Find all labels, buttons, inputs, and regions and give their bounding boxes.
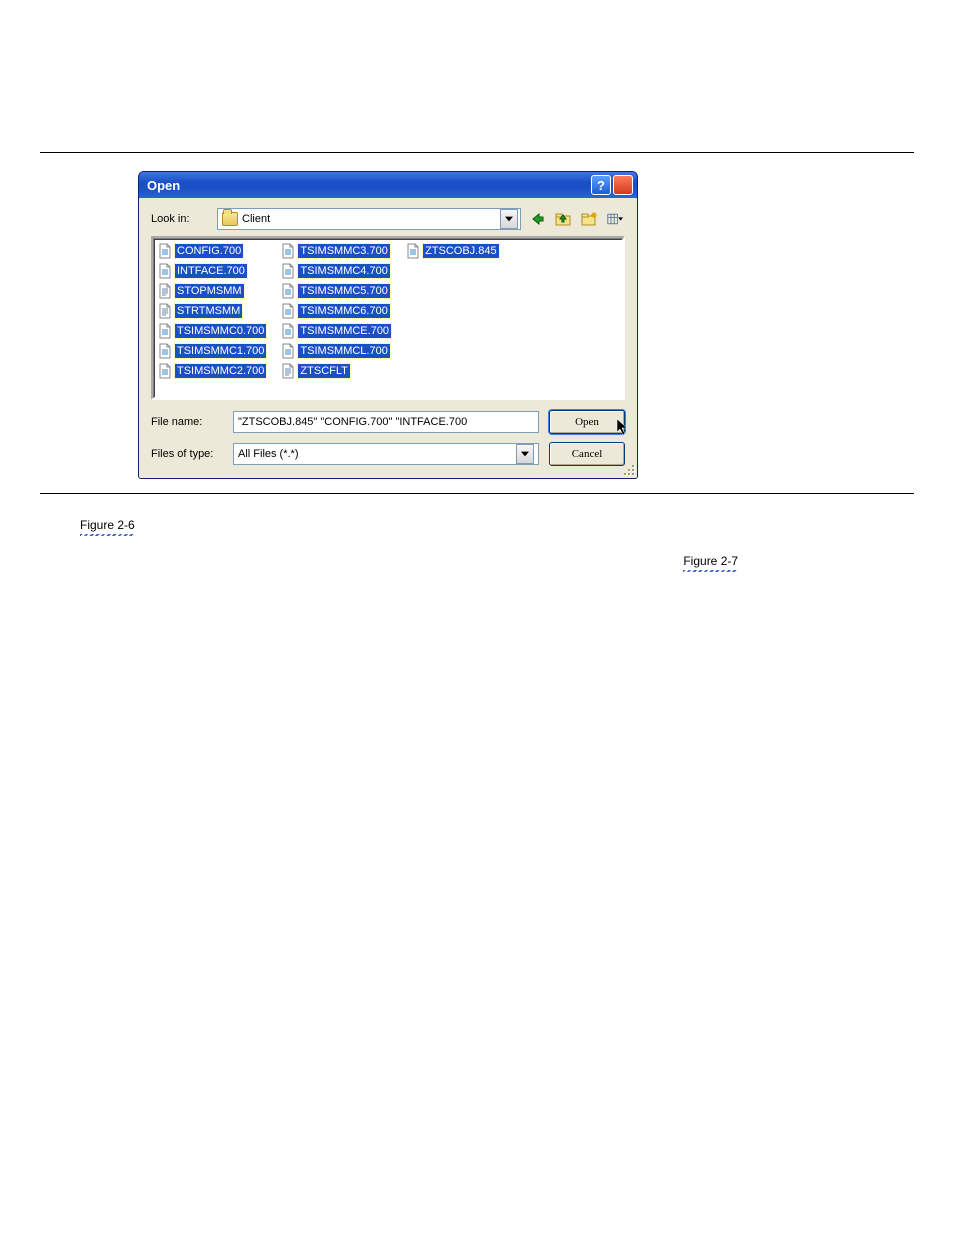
back-button[interactable] xyxy=(527,209,547,229)
filename-value: "ZTSCOBJ.845" "CONFIG.700" "INTFACE.700 xyxy=(238,416,467,428)
divider-bottom xyxy=(40,493,914,494)
file-item[interactable]: TSIMSMMCE.700 xyxy=(280,322,395,340)
figure-link-2-7[interactable]: Figure 2-7 xyxy=(683,552,738,570)
new-folder-button[interactable] xyxy=(579,209,599,229)
filetype-combobox[interactable]: All Files (*.*) xyxy=(233,443,539,465)
lookin-label: Look in: xyxy=(151,213,211,225)
file-item[interactable]: TSIMSMMC2.700 xyxy=(157,362,270,380)
dialog-client-area: Look in: Client xyxy=(139,198,637,478)
up-one-level-button[interactable] xyxy=(553,209,573,229)
help-icon: ? xyxy=(597,178,605,193)
close-button[interactable] xyxy=(613,175,633,195)
generic-file-icon xyxy=(157,323,173,339)
file-name-label: TSIMSMMC6.700 xyxy=(298,304,389,318)
file-name-label: TSIMSMMC0.700 xyxy=(175,324,266,338)
file-name-label: ZTSCOBJ.845 xyxy=(423,244,499,258)
filetype-label: Files of type: xyxy=(151,448,223,460)
text-file-icon xyxy=(280,363,296,379)
file-item[interactable]: TSIMSMMC0.700 xyxy=(157,322,270,340)
cursor-icon xyxy=(616,418,630,439)
lookin-combobox[interactable]: Client xyxy=(217,208,521,230)
filetype-row: Files of type: All Files (*.*) Cancel xyxy=(151,442,625,466)
folder-open-icon xyxy=(222,212,238,226)
file-name-label: TSIMSMMCL.700 xyxy=(298,344,389,358)
file-item[interactable]: STOPMSMM xyxy=(157,282,270,300)
window-title: Open xyxy=(147,178,589,193)
text-file-icon xyxy=(157,303,173,319)
file-name-label: TSIMSMMC2.700 xyxy=(175,364,266,378)
file-name-label: STOPMSMM xyxy=(175,284,244,298)
generic-file-icon xyxy=(157,343,173,359)
figure-link-2-6[interactable]: Figure 2-6 xyxy=(80,516,135,534)
generic-file-icon xyxy=(280,243,296,259)
file-item[interactable]: TSIMSMMC4.700 xyxy=(280,262,395,280)
file-item[interactable]: TSIMSMMC1.700 xyxy=(157,342,270,360)
figure-container: Open ? Look in: Client xyxy=(40,153,914,493)
generic-file-icon xyxy=(157,363,173,379)
cancel-button-label: Cancel xyxy=(572,448,603,460)
file-item[interactable]: TSIMSMMCL.700 xyxy=(280,342,395,360)
file-item[interactable]: ZTSCOBJ.845 xyxy=(405,242,503,260)
resize-grip[interactable] xyxy=(621,462,635,476)
generic-file-icon xyxy=(280,263,296,279)
file-name-label: STRTMSMM xyxy=(175,304,242,318)
generic-file-icon xyxy=(157,243,173,259)
open-dialog: Open ? Look in: Client xyxy=(138,171,638,479)
file-name-label: ZTSCFLT xyxy=(298,364,349,378)
file-name-label: INTFACE.700 xyxy=(175,264,247,278)
lookin-toolbar xyxy=(527,209,625,229)
generic-file-icon xyxy=(280,343,296,359)
filetype-value: All Files (*.*) xyxy=(238,448,516,460)
generic-file-icon xyxy=(157,263,173,279)
file-list[interactable]: CONFIG.700 INTFACE.700 STOPMSMM STRTMSMM… xyxy=(151,236,625,400)
filename-input[interactable]: "ZTSCOBJ.845" "CONFIG.700" "INTFACE.700 xyxy=(233,411,539,433)
lookin-row: Look in: Client xyxy=(151,208,625,230)
file-name-label: CONFIG.700 xyxy=(175,244,243,258)
open-button-label: Open xyxy=(575,416,599,428)
caption-area: Figure 2-6 Figure 2-7 xyxy=(40,516,914,570)
view-menu-button[interactable] xyxy=(605,209,625,229)
file-name-label: TSIMSMMC5.700 xyxy=(298,284,389,298)
open-button[interactable]: Open xyxy=(549,410,625,434)
chevron-down-icon[interactable] xyxy=(500,209,518,229)
help-button[interactable]: ? xyxy=(591,175,611,195)
file-item[interactable]: TSIMSMMC6.700 xyxy=(280,302,395,320)
file-name-label: TSIMSMMC4.700 xyxy=(298,264,389,278)
generic-file-icon xyxy=(280,303,296,319)
file-item[interactable]: CONFIG.700 xyxy=(157,242,270,260)
bottom-panel: File name: "ZTSCOBJ.845" "CONFIG.700" "I… xyxy=(151,410,625,466)
file-item[interactable]: TSIMSMMC3.700 xyxy=(280,242,395,260)
page: Open ? Look in: Client xyxy=(0,0,954,1235)
lookin-value: Client xyxy=(242,213,270,225)
caption-text-block: Figure 2-6 Figure 2-7 xyxy=(80,516,874,570)
file-item[interactable]: INTFACE.700 xyxy=(157,262,270,280)
file-name-label: TSIMSMMC1.700 xyxy=(175,344,266,358)
filename-row: File name: "ZTSCOBJ.845" "CONFIG.700" "I… xyxy=(151,410,625,434)
titlebar: Open ? xyxy=(139,172,637,198)
file-item[interactable]: STRTMSMM xyxy=(157,302,270,320)
generic-file-icon xyxy=(280,323,296,339)
file-name-label: TSIMSMMCE.700 xyxy=(298,324,391,338)
file-name-label: TSIMSMMC3.700 xyxy=(298,244,389,258)
text-file-icon xyxy=(157,283,173,299)
filename-label: File name: xyxy=(151,416,223,428)
file-item[interactable]: ZTSCFLT xyxy=(280,362,395,380)
generic-file-icon xyxy=(405,243,421,259)
chevron-down-icon[interactable] xyxy=(516,444,534,464)
cancel-button[interactable]: Cancel xyxy=(549,442,625,466)
file-item[interactable]: TSIMSMMC5.700 xyxy=(280,282,395,300)
generic-file-icon xyxy=(280,283,296,299)
